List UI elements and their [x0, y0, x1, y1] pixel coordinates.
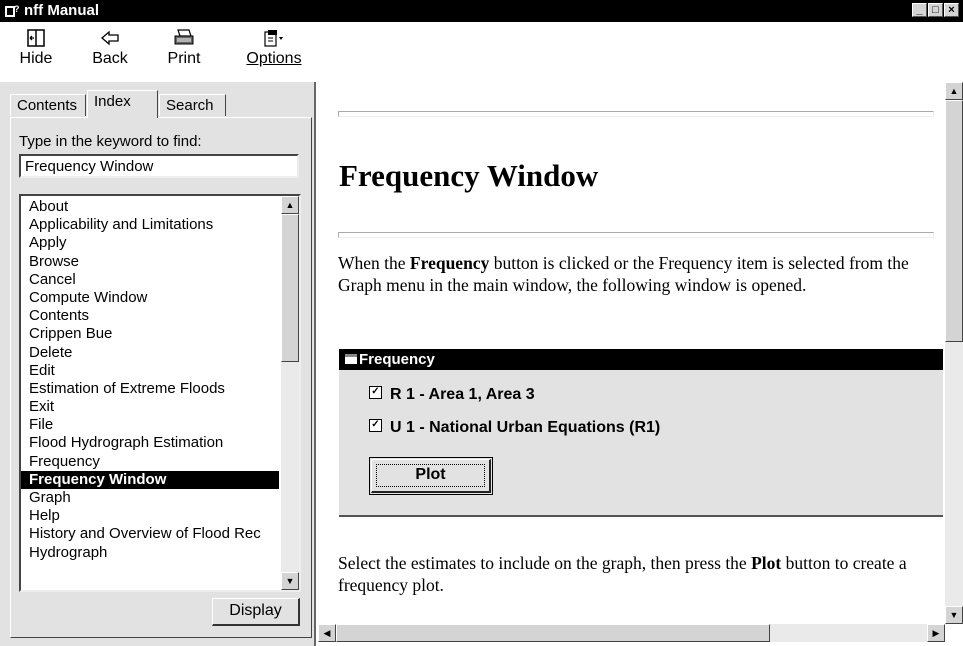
back-arrow-icon [101, 30, 119, 46]
frequency-window-titlebar: Frequency [339, 349, 943, 370]
printer-icon [174, 29, 194, 45]
index-list-item[interactable]: File [21, 416, 279, 434]
index-list-items: About Applicability and Limitations Apply B… [21, 198, 279, 562]
checkmark-icon: ✓ [369, 386, 382, 400]
index-list-item[interactable]: Flood Hydrograph Estimation [21, 434, 279, 452]
topic-vertical-scrollbar[interactable]: ▲ ▼ [945, 82, 963, 624]
hide-icon [27, 29, 45, 47]
index-list-item[interactable]: Graph [21, 489, 279, 507]
options-label: Options [246, 50, 302, 67]
intro-paragraph: When the Frequency button is clicked or … [338, 253, 909, 295]
tab-search[interactable]: Search [159, 94, 226, 116]
toolbar: Hide Back Print Options [0, 22, 963, 82]
instruction-paragraph: Select the estimates to include on the g… [338, 553, 907, 595]
index-list[interactable]: About Applicability and Limitations Apply B… [19, 194, 301, 592]
frequency-term: Frequency [409, 253, 490, 273]
focus-rect [376, 464, 485, 487]
index-list-item[interactable]: Browse [21, 253, 279, 271]
checkbox-u1[interactable]: ✓ U 1 - National Urban Equations (R1) [369, 419, 660, 437]
index-list-item[interactable]: Frequency [21, 453, 279, 471]
minimize-button[interactable]: _ [912, 3, 927, 17]
index-list-item[interactable]: About [21, 198, 279, 216]
topic-pane: Frequency Window When the Frequency butt… [318, 82, 963, 646]
index-list-item[interactable]: Applicability and Limitations [21, 216, 279, 234]
plot-term: Plot [751, 553, 782, 573]
topic-vscroll-thumb[interactable] [945, 100, 963, 342]
index-list-item[interactable]: Compute Window [21, 289, 279, 307]
index-list-item[interactable]: Exit [21, 398, 279, 416]
plot-button[interactable]: Plot [369, 457, 493, 495]
tab-contents[interactable]: Contents [10, 94, 86, 116]
index-list-scrollbar[interactable]: ▲ ▼ [281, 196, 299, 590]
scroll-down-arrow-icon[interactable]: ▼ [945, 606, 963, 624]
index-list-item[interactable]: Frequency Window [21, 470, 279, 489]
index-list-item[interactable]: History and Overview of Flood Rec [21, 525, 279, 543]
index-list-item[interactable]: Crippen Bue [21, 325, 279, 343]
top-rule [338, 111, 934, 117]
help-book-icon: ? [5, 4, 19, 17]
page-title: Frequency Window [339, 158, 599, 193]
window-icon [345, 354, 357, 364]
frequency-window-title: Frequency [359, 351, 435, 368]
back-button[interactable]: Back [76, 26, 144, 78]
keyword-input[interactable] [19, 154, 299, 178]
options-button[interactable]: Options [236, 26, 312, 78]
svg-text:?: ? [14, 4, 19, 14]
options-icon [264, 30, 283, 47]
index-list-item[interactable]: Apply [21, 234, 279, 252]
topic-content: Frequency Window When the Frequency butt… [318, 82, 943, 624]
display-button[interactable]: Display [212, 598, 300, 626]
tab-index[interactable]: Index [87, 90, 158, 118]
index-list-item[interactable]: Contents [21, 307, 279, 325]
index-list-item[interactable]: Delete [21, 344, 279, 362]
index-list-item[interactable]: Hydrograph [21, 544, 279, 562]
scroll-right-arrow-icon[interactable]: ▶ [927, 624, 945, 642]
index-list-item[interactable]: Edit [21, 362, 279, 380]
close-button[interactable]: × [944, 3, 959, 17]
scroll-down-arrow-icon[interactable]: ▼ [281, 572, 299, 590]
index-list-item[interactable]: Help [21, 507, 279, 525]
hide-button[interactable]: Hide [2, 26, 70, 78]
window-title: nff Manual [24, 2, 99, 19]
checkbox-r1[interactable]: ✓ R 1 - Area 1, Area 3 [369, 386, 535, 404]
topic-hscroll-thumb[interactable] [336, 624, 770, 642]
index-list-scroll-thumb[interactable] [281, 214, 299, 362]
keyword-label: Type in the keyword to find: [19, 133, 202, 150]
checkmark-icon: ✓ [369, 419, 382, 433]
topic-horizontal-scrollbar[interactable]: ◀ ▶ [318, 624, 945, 642]
maximize-button[interactable]: □ [928, 3, 943, 17]
scroll-up-arrow-icon[interactable]: ▲ [945, 82, 963, 100]
index-list-item[interactable]: Cancel [21, 271, 279, 289]
title-rule [338, 232, 934, 238]
index-list-item[interactable]: Estimation of Extreme Floods [21, 380, 279, 398]
frequency-window-image: Frequency ✓ R 1 - Area 1, Area 3 ✓ U 1 - N… [339, 349, 943, 517]
print-button[interactable]: Print [150, 26, 218, 78]
navigation-pane: Contents Index Search Type in the keywor… [0, 82, 316, 646]
scroll-up-arrow-icon[interactable]: ▲ [281, 196, 299, 214]
title-bar: ? nff Manual _ □ × [0, 0, 963, 22]
scroll-left-arrow-icon[interactable]: ◀ [318, 624, 336, 642]
